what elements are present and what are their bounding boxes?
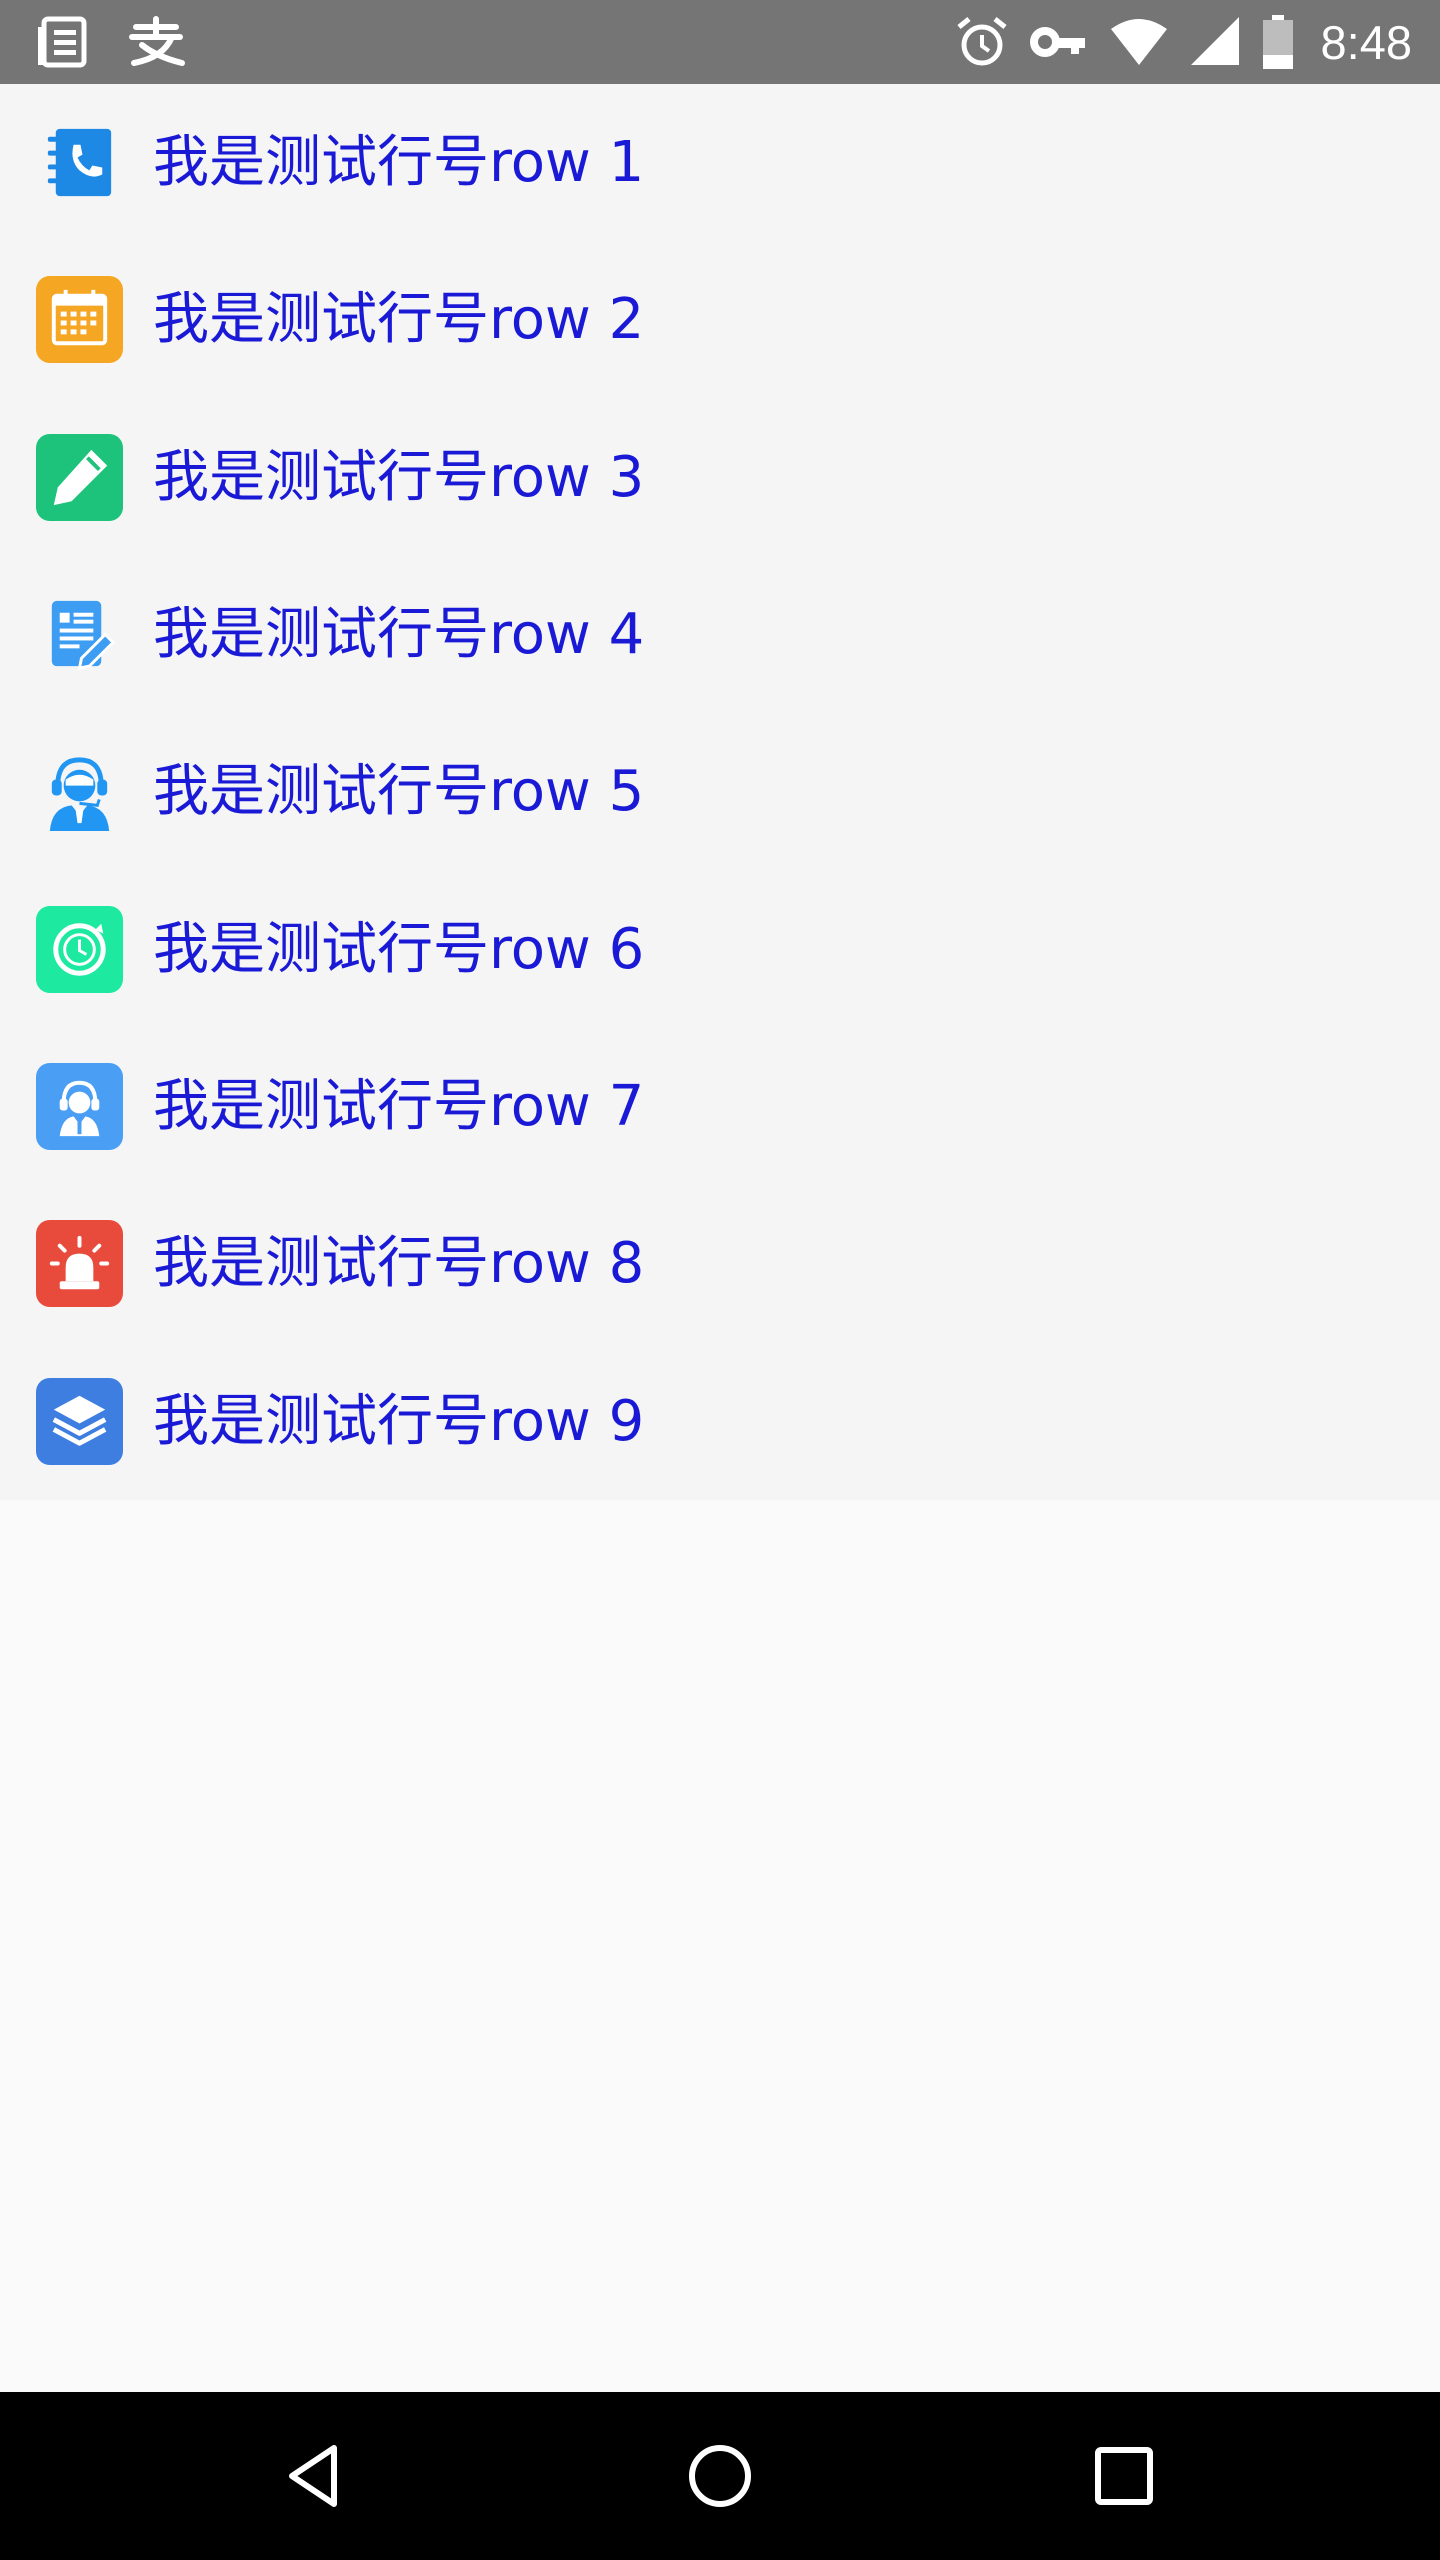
alarm-light-icon [36, 1220, 123, 1308]
support-agent-icon [36, 1062, 123, 1150]
calendar-icon [36, 276, 123, 364]
alarm-icon [956, 17, 1007, 66]
list-item[interactable]: 我是测试行号row 7 [0, 1028, 1440, 1185]
document-edit-icon [51, 600, 116, 670]
row-label: 我是测试行号row 8 [153, 1231, 645, 1297]
list-item[interactable]: 我是测试行号row 3 [0, 399, 1440, 556]
status-bar: 8:48 [0, 0, 1440, 84]
battery-icon [1262, 15, 1293, 69]
alipay-icon [129, 16, 185, 66]
list-item[interactable]: 我是测试行号row 1 [0, 84, 1440, 241]
recents-icon[interactable] [1082, 2434, 1166, 2518]
list-item[interactable]: 我是测试行号row 8 [0, 1185, 1440, 1342]
customer-service-icon [49, 757, 110, 832]
list-item[interactable]: 我是测试行号row 9 [0, 1343, 1440, 1500]
list-item[interactable]: 我是测试行号row 2 [0, 241, 1440, 398]
pencil-icon [36, 433, 123, 521]
row-label: 我是测试行号row 2 [153, 287, 645, 353]
clock-icon [36, 905, 123, 993]
contacts-phone-icon [47, 128, 112, 197]
navigation-bar [0, 2392, 1440, 2560]
list-item[interactable]: 我是测试行号row 6 [0, 871, 1440, 1028]
status-time: 8:48 [1320, 15, 1412, 69]
row-label: 我是测试行号row 7 [153, 1073, 645, 1139]
row-label: 我是测试行号row 4 [153, 601, 645, 667]
row-label: 我是测试行号row 9 [153, 1388, 645, 1454]
row-label: 我是测试行号row 5 [153, 759, 645, 825]
cellular-signal-icon [1190, 17, 1239, 65]
status-bar-right: 8:48 [955, 0, 1412, 84]
row-label: 我是测试行号row 3 [153, 444, 645, 510]
list-item[interactable]: 我是测试行号row 4 [0, 556, 1440, 713]
status-bar-left [36, 0, 186, 84]
notes-icon [38, 16, 87, 68]
home-icon[interactable] [678, 2434, 762, 2518]
empty-area [0, 1500, 1440, 2392]
list-item[interactable]: 我是测试行号row 5 [0, 713, 1440, 870]
wifi-icon [1110, 19, 1167, 65]
back-icon[interactable] [274, 2434, 358, 2518]
layers-icon [36, 1377, 123, 1465]
vpn-key-icon [1029, 27, 1085, 57]
row-label: 我是测试行号row 6 [153, 916, 645, 982]
row-label: 我是测试行号row 1 [153, 130, 645, 195]
row-list: 我是测试行号row 1 我是测试行号row 2 我是测试行号row 3 我是测试… [0, 84, 1440, 1500]
